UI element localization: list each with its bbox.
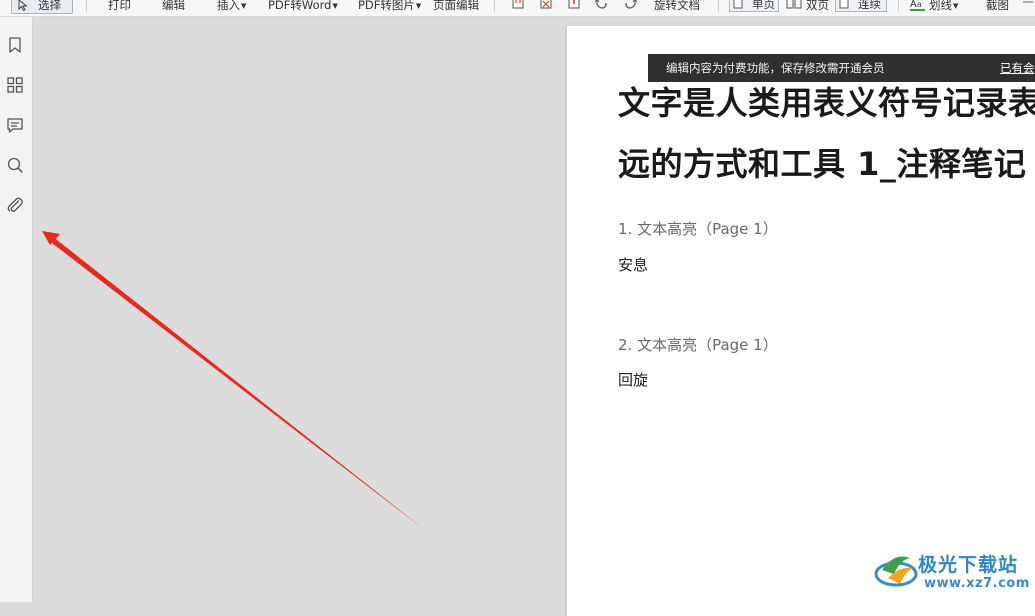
existing-member-link[interactable]: 已有会 [1000, 54, 1035, 82]
svg-text:A: A [910, 0, 917, 10]
bookmark-icon[interactable] [6, 36, 24, 54]
watermark-title: 极光下载站 [918, 554, 1019, 576]
dropdown-arrow-icon: ▼ [415, 2, 422, 10]
page-edit-button[interactable]: 页面编辑 [433, 0, 479, 14]
toolbar-divider [718, 0, 719, 12]
strikethrough-menu[interactable]: 划线▼ [929, 0, 958, 14]
extract-page-icon[interactable] [568, 0, 582, 10]
select-tool-button[interactable]: 选择 [11, 0, 73, 14]
print-button[interactable]: 打印 [108, 0, 131, 14]
arrow-head [42, 231, 60, 245]
document-page: 文字是人类用表义符号记录表 远的方式和工具 1_注释笔记 1. 文本高亮（Pag… [567, 26, 1035, 616]
strikethrough-icon[interactable]: A a [909, 0, 927, 12]
select-tool-label: 选择 [38, 0, 61, 12]
svg-text:a: a [917, 0, 922, 9]
delete-page-icon[interactable] [540, 0, 554, 10]
search-icon[interactable] [6, 156, 24, 174]
screenshot-button[interactable]: 截图 [986, 0, 1009, 14]
edit-button[interactable]: 编辑 [162, 0, 185, 14]
rotate-document-button[interactable]: 旋转文档 [654, 0, 700, 14]
watermark-url: www.xz7.com [924, 576, 1030, 591]
pdf-to-word-label: PDF转Word [268, 0, 332, 12]
dropdown-arrow-icon: ▼ [332, 2, 338, 10]
top-toolbar: 选择 打印 编辑 插入▼ PDF转Word▼ PDF转图片▼ 页面编辑 旋转文档… [0, 0, 1035, 17]
single-page-label: 单页 [752, 0, 775, 11]
watermark: 极光下载站 www.xz7.com [874, 548, 1034, 598]
pdf-to-word-menu[interactable]: PDF转Word▼ [268, 0, 338, 14]
toolbar-divider [86, 0, 87, 12]
document-title-line-2: 远的方式和工具 1_注释笔记 [618, 145, 1027, 183]
note-content: 回旋 [618, 371, 649, 389]
left-sidebar [0, 17, 33, 602]
more-icon[interactable] [1022, 0, 1034, 10]
dropdown-arrow-icon: ▼ [953, 2, 959, 10]
rotate-right-icon[interactable] [624, 0, 638, 10]
insert-page-icon[interactable] [512, 0, 526, 10]
thumbnails-icon[interactable] [6, 76, 24, 94]
single-page-view-button[interactable]: 单页 [729, 0, 779, 12]
watermark-logo-icon [874, 556, 918, 587]
continuous-view-button[interactable]: 连续 [835, 0, 887, 12]
rotate-left-icon[interactable] [594, 0, 608, 10]
single-page-icon [733, 0, 743, 9]
strikethrough-label: 划线 [929, 0, 952, 12]
double-page-button[interactable]: 双页 [806, 0, 829, 14]
document-title-line-1: 文字是人类用表义符号记录表 [618, 84, 1035, 122]
comment-icon[interactable] [6, 116, 24, 134]
double-page-icon[interactable] [786, 0, 802, 10]
note-heading: 2. 文本高亮（Page 1） [618, 336, 778, 354]
note-heading: 1. 文本高亮（Page 1） [618, 220, 778, 238]
insert-menu-label: 插入 [217, 0, 240, 12]
notification-message: 编辑内容为付费功能，保存修改需开通会员 [666, 61, 885, 75]
cursor-icon [18, 0, 28, 11]
toolbar-divider [494, 0, 495, 12]
note-content: 安息 [618, 256, 649, 274]
insert-menu[interactable]: 插入▼ [217, 0, 246, 14]
arrow-shaft [48, 236, 426, 531]
paid-feature-notification: 编辑内容为付费功能，保存修改需开通会员 已有会 [648, 54, 1035, 82]
dropdown-arrow-icon: ▼ [241, 2, 247, 10]
attachment-icon[interactable] [6, 196, 24, 214]
pdf-to-image-menu[interactable]: PDF转图片▼ [358, 0, 421, 14]
toolbar-divider [898, 0, 899, 12]
continuous-label: 连续 [858, 0, 881, 11]
continuous-page-icon [839, 0, 849, 9]
pdf-to-image-label: PDF转图片 [358, 0, 415, 12]
